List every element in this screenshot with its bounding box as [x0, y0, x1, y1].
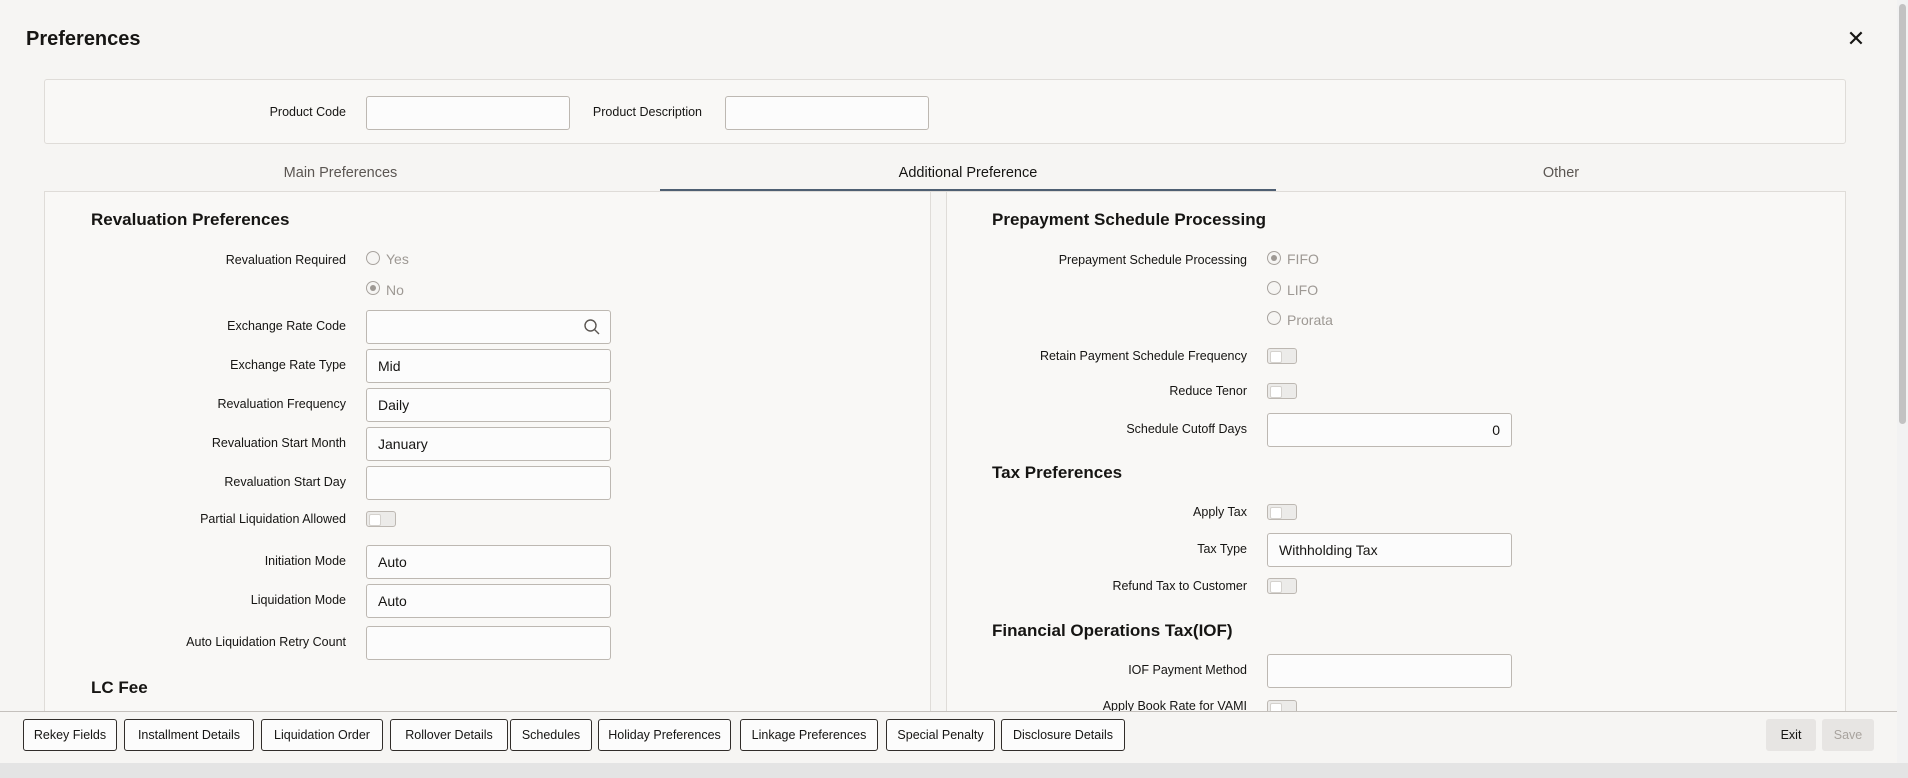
preferences-tabs: Main Preferences Additional Preference O… [44, 158, 1846, 192]
exchange-rate-type-label: Exchange Rate Type [230, 358, 346, 372]
prepayment-prorata-label: Prorata [1287, 312, 1333, 328]
liquidation-order-button[interactable]: Liquidation Order [261, 719, 383, 751]
linkage-preferences-button[interactable]: Linkage Preferences [740, 719, 878, 751]
retain-frequency-toggle[interactable] [1267, 348, 1297, 364]
tax-type-label: Tax Type [1197, 542, 1247, 556]
close-icon[interactable]: ✕ [1845, 28, 1867, 50]
revaluation-start-day-label: Revaluation Start Day [224, 475, 346, 489]
revaluation-required-label: Revaluation Required [225, 253, 346, 267]
revaluation-start-month-label: Revaluation Start Month [211, 436, 346, 450]
reduce-tenor-label: Reduce Tenor [1169, 384, 1247, 398]
vertical-scrollbar[interactable] [1897, 0, 1908, 763]
refund-tax-label: Refund Tax to Customer [1112, 579, 1247, 593]
bottom-strip [0, 763, 1908, 778]
prepayment-section-title: Prepayment Schedule Processing [992, 210, 1266, 229]
page-title: Preferences [26, 28, 141, 50]
lc-fee-section-title: LC Fee [91, 678, 148, 697]
iof-payment-method-label: IOF Payment Method [1128, 663, 1247, 677]
liquidation-mode-label: Liquidation Mode [250, 593, 346, 607]
partial-liquidation-label: Partial Liquidation Allowed [200, 512, 346, 526]
installment-details-button[interactable]: Installment Details [124, 719, 254, 751]
retry-count-input[interactable] [366, 626, 611, 660]
exchange-rate-code-label: Exchange Rate Code [227, 319, 346, 333]
prepayment-lifo-radio[interactable] [1267, 281, 1281, 295]
holiday-preferences-button[interactable]: Holiday Preferences [598, 719, 731, 751]
exchange-rate-type-input[interactable]: Mid [366, 349, 611, 383]
liquidation-mode-input[interactable]: Auto [366, 584, 611, 618]
product-code-label: Product Code [269, 105, 346, 119]
prepayment-prorata-radio[interactable] [1267, 311, 1281, 325]
iof-section-title: Financial Operations Tax(IOF) [992, 621, 1233, 640]
revaluation-start-day-input[interactable] [366, 466, 611, 500]
rollover-details-button[interactable]: Rollover Details [390, 719, 508, 751]
retain-frequency-label: Retain Payment Schedule Frequency [1039, 349, 1247, 363]
apply-tax-label: Apply Tax [1193, 505, 1247, 519]
iof-payment-method-input[interactable] [1267, 654, 1512, 688]
revaluation-section-title: Revaluation Preferences [91, 210, 290, 229]
apply-tax-toggle[interactable] [1267, 504, 1297, 520]
exchange-rate-code-input[interactable] [366, 310, 611, 344]
rekey-fields-button[interactable]: Rekey Fields [23, 719, 117, 751]
revaluation-yes-radio[interactable] [366, 251, 380, 265]
exit-button[interactable]: Exit [1766, 719, 1816, 751]
retry-count-label: Auto Liquidation Retry Count [186, 635, 346, 649]
reduce-tenor-toggle[interactable] [1267, 383, 1297, 399]
revaluation-no-radio[interactable] [366, 281, 380, 295]
preferences-dialog: Preferences ✕ Product Code Product Descr… [0, 0, 1897, 763]
initiation-mode-input[interactable]: Auto [366, 545, 611, 579]
revaluation-frequency-input[interactable]: Daily [366, 388, 611, 422]
tab-additional-preference[interactable]: Additional Preference [660, 158, 1276, 192]
schedules-button[interactable]: Schedules [510, 719, 592, 751]
product-description-label: Product Description [592, 105, 702, 119]
partial-liquidation-toggle[interactable] [366, 511, 396, 527]
tax-section-title: Tax Preferences [992, 463, 1123, 482]
revaluation-yes-label: Yes [386, 251, 409, 267]
revaluation-start-month-input[interactable]: January [366, 427, 611, 461]
refund-tax-toggle[interactable] [1267, 578, 1297, 594]
schedule-cutoff-days-input[interactable]: 0 [1267, 413, 1512, 447]
prepayment-fifo-label: FIFO [1287, 251, 1319, 267]
schedule-cutoff-days-label: Schedule Cutoff Days [1126, 422, 1247, 436]
search-icon[interactable] [583, 318, 601, 336]
save-button[interactable]: Save [1822, 719, 1874, 751]
initiation-mode-label: Initiation Mode [264, 554, 346, 568]
disclosure-details-button[interactable]: Disclosure Details [1001, 719, 1125, 751]
revaluation-frequency-label: Revaluation Frequency [217, 397, 346, 411]
product-description-input[interactable] [725, 96, 929, 130]
prepayment-lifo-label: LIFO [1287, 282, 1319, 298]
prepayment-processing-label: Prepayment Schedule Processing [1058, 253, 1247, 267]
tax-type-input[interactable]: Withholding Tax [1267, 533, 1512, 567]
special-penalty-button[interactable]: Special Penalty [886, 719, 995, 751]
revaluation-no-label: No [386, 282, 404, 298]
scrollbar-thumb[interactable] [1899, 4, 1906, 424]
tab-main-preferences[interactable]: Main Preferences [44, 158, 637, 192]
tab-other[interactable]: Other [1276, 158, 1846, 192]
product-code-input[interactable] [366, 96, 570, 130]
prepayment-fifo-radio[interactable] [1267, 251, 1281, 265]
